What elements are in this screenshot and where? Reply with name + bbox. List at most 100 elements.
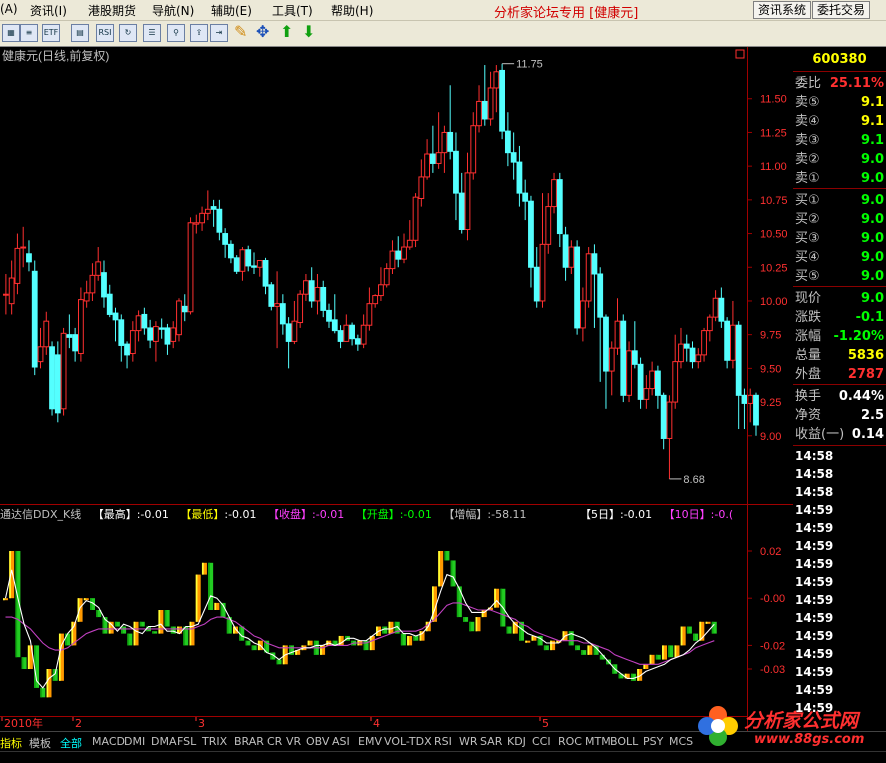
ddx-bar-highlight — [208, 562, 210, 610]
ddx-bar-highlight — [320, 645, 322, 655]
tab-sar[interactable]: SAR — [480, 735, 502, 748]
pencil-icon[interactable]: ✎ — [234, 22, 247, 42]
toolbar: ▦ ≡ ETF ▤ RSI ↻ ☰ ⚲ ⇪ ⇥ ✎ ✥ ⬆ ⬇ — [0, 21, 886, 47]
move-icon[interactable]: ✥ — [256, 22, 269, 42]
maximize-icon[interactable] — [735, 49, 745, 59]
tab-[interactable]: 模板 — [29, 735, 51, 751]
candle-body — [545, 206, 552, 245]
ddx-bar-highlight — [643, 664, 646, 669]
rsi-icon[interactable]: RSI — [96, 24, 114, 42]
news-system-button[interactable]: 资讯系统 — [753, 1, 812, 19]
ddx-bar-highlight — [456, 586, 459, 618]
menu-item-a[interactable]: (A) — [0, 2, 18, 16]
quote-row: 卖⑤ 9.1 — [793, 93, 886, 112]
menu-item-tools[interactable]: 工具(T) — [272, 2, 313, 19]
menu-item-assist[interactable]: 辅助(E) — [211, 2, 252, 19]
tab-brar[interactable]: BRAR — [234, 735, 264, 748]
candle-body — [366, 303, 373, 326]
x-tick-label: 4 — [373, 717, 380, 730]
etf-icon[interactable]: ETF — [42, 24, 60, 42]
quote-row: 买① 9.0 — [793, 191, 886, 210]
chart-area[interactable]: 9.00 9.25 9.50 9.75 10.00 10.25 10.50 10.75 11.0… — [0, 47, 793, 731]
tab-dma[interactable]: DMA — [151, 735, 177, 748]
ddx-bar-highlight — [531, 635, 534, 641]
tab-dmi[interactable]: DMI — [124, 735, 145, 748]
candle-body — [689, 347, 696, 363]
tab-cci[interactable]: CCI — [532, 735, 551, 748]
tab-mcs[interactable]: MCS — [669, 735, 693, 748]
ddx-bar-highlight — [674, 645, 677, 658]
x-tick-label: 5 — [542, 717, 549, 730]
tab-[interactable]: 全部 — [60, 735, 82, 751]
candle-body — [597, 273, 604, 318]
tick-time: 14:59 — [795, 575, 834, 589]
tab-roc[interactable]: ROC — [558, 735, 582, 748]
trade-button[interactable]: 委托交易 — [812, 1, 871, 19]
tab-vr[interactable]: VR — [286, 735, 301, 748]
price-tick-label: 9.00 — [760, 431, 781, 443]
quote-panel: 600380 委比 25.11% 卖⑤ 9.1 卖④ 9.1 卖③ 9.1 卖② 9.0 卖① 9.0… — [793, 47, 886, 731]
tab-emv[interactable]: EMV — [358, 735, 382, 748]
quote-label: 现价 — [795, 291, 822, 306]
ddx-bar-highlight — [40, 687, 43, 698]
news-icon[interactable]: ≡ — [20, 24, 38, 42]
candle-body — [499, 69, 506, 132]
x-tick-label: 3 — [198, 717, 205, 730]
ddx-bar-highlight — [463, 617, 465, 622]
menu-item-hk-futures[interactable]: 港股期货 — [88, 2, 136, 19]
price-tick-label: 11.00 — [760, 161, 787, 173]
candle-body — [95, 261, 102, 276]
candle-body — [718, 297, 725, 322]
field-low-label: 【最低】 — [180, 508, 224, 521]
menu-item-navigate[interactable]: 导航(N) — [152, 2, 194, 19]
table-icon[interactable]: ▤ — [71, 24, 89, 42]
tick-time: 14:59 — [795, 611, 834, 625]
ddx-bar-highlight — [102, 617, 105, 634]
quote-row: 卖② 9.0 — [793, 150, 886, 169]
tab-asi[interactable]: ASI — [332, 735, 350, 748]
refresh-icon[interactable]: ↻ — [119, 24, 137, 42]
arrow-up-icon[interactable]: ⬆ — [280, 22, 293, 42]
quote-label: 涨幅 — [795, 329, 822, 344]
ddx-bar-highlight — [27, 645, 30, 669]
indicator-tick-label: -0.02 — [760, 640, 785, 652]
candle-body — [626, 350, 632, 396]
quote-label: 卖② — [795, 152, 820, 167]
menu-item-help[interactable]: 帮助(H) — [331, 2, 373, 19]
tick-time: 14:59 — [795, 521, 834, 535]
quote-row: 外盘 2787 — [793, 365, 886, 384]
candle-body — [672, 361, 679, 403]
tab-mtm[interactable]: MTM — [585, 735, 611, 748]
candle-body — [8, 277, 15, 305]
tab-kdj[interactable]: KDJ — [507, 735, 526, 748]
arrow-down-icon[interactable]: ⬇ — [302, 22, 315, 42]
tab-[interactable]: 指标 — [0, 735, 22, 751]
field-change-label: 【增幅】 — [443, 507, 487, 521]
x-tick-label: 2010年 — [4, 716, 43, 730]
tab-trix[interactable]: TRIX — [202, 735, 227, 748]
tab-boll[interactable]: BOLL — [610, 735, 638, 748]
menu-item-news[interactable]: 资讯(I) — [30, 2, 67, 19]
tab-rsi[interactable]: RSI — [434, 735, 452, 748]
chart-icon[interactable]: ▦ — [2, 24, 20, 42]
tab-cr[interactable]: CR — [267, 735, 282, 748]
tab-fsl[interactable]: FSL — [177, 735, 196, 748]
tab-macd[interactable]: MACD — [92, 735, 125, 748]
list-icon[interactable]: ☰ — [143, 24, 161, 42]
quote-row: 收益(一) 0.14 — [793, 425, 886, 444]
tab-psy[interactable]: PSY — [643, 735, 663, 748]
link-icon[interactable]: ⚲ — [167, 24, 185, 42]
ddx-bar-highlight — [245, 640, 248, 646]
tab-voltdx[interactable]: VOL-TDX — [384, 735, 432, 748]
tab-wr[interactable]: WR — [459, 735, 478, 748]
quote-label: 买③ — [795, 231, 820, 246]
tick-time: 14:58 — [795, 449, 834, 463]
tab-obv[interactable]: OBV — [306, 735, 329, 748]
tick-time-row: 14:59 — [793, 591, 886, 609]
candle-body — [487, 87, 494, 120]
export-icon[interactable]: ⇪ — [190, 24, 208, 42]
candle-body — [447, 131, 454, 152]
import-icon[interactable]: ⇥ — [210, 24, 228, 42]
quote-label: 净资 — [795, 408, 822, 423]
quote-value: -0.1 — [855, 310, 884, 325]
